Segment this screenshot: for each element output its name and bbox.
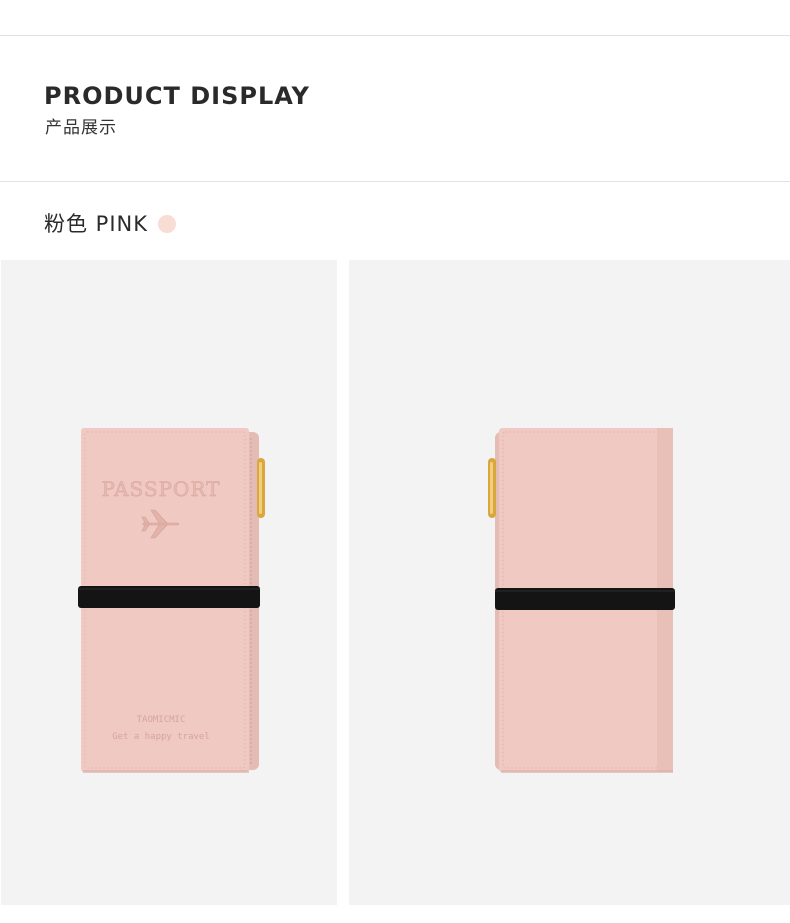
- zipper-pull-highlight: [259, 462, 262, 514]
- zipper-pull-highlight: [490, 462, 493, 514]
- tagline-emboss: Get a happy travel: [112, 732, 210, 742]
- product-image-back: [349, 260, 790, 905]
- section-subtitle: 产品展示: [45, 118, 117, 138]
- passport-emboss-text: PASSPORT: [101, 477, 220, 501]
- color-label: 粉色 PINK: [44, 212, 149, 236]
- brand-emboss: TAOMICMIC: [137, 715, 186, 725]
- color-option[interactable]: 粉色 PINK: [44, 208, 177, 238]
- top-divider: [0, 35, 790, 36]
- passport-wallet-front-illustration: PASSPORT TAOMICMIC Get a happy travel: [78, 428, 265, 773]
- wallet-shadow: [501, 770, 673, 773]
- color-swatch[interactable]: [158, 215, 177, 233]
- wallet-shadow: [83, 770, 249, 773]
- passport-wallet-back-illustration: [488, 428, 675, 773]
- product-image-front: PASSPORT TAOMICMIC Get a happy travel: [1, 260, 337, 905]
- section-divider: [0, 181, 790, 182]
- section-title: PRODUCT DISPLAY: [44, 82, 310, 110]
